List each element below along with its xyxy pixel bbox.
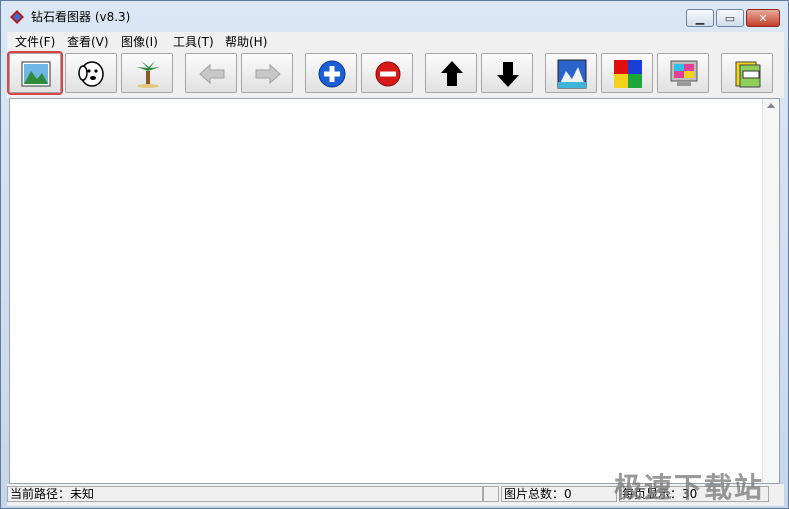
app-window: 钻石看图器 (v8.3) ▁ ▭ ✕ 文件(F) 查看(V) 图像(I) 工具(… (0, 0, 789, 509)
monitor-icon (670, 60, 698, 86)
status-separator (483, 486, 499, 502)
status-total-images: 图片总数：0 (501, 486, 617, 502)
arrow-right-icon (255, 63, 281, 85)
monitor-button[interactable] (657, 53, 709, 93)
menu-tools[interactable]: 工具(T) (173, 33, 214, 50)
previous-button[interactable] (185, 53, 237, 93)
close-icon: ✕ (758, 11, 768, 25)
maximize-icon: ▭ (724, 11, 736, 25)
image-view-area[interactable] (9, 98, 780, 484)
labels-button[interactable] (721, 53, 773, 93)
minimize-icon: ▁ (695, 11, 705, 25)
toolbar (7, 50, 784, 98)
palm-tree-icon (137, 61, 160, 88)
menu-view[interactable]: 查看(V) (67, 33, 109, 50)
arrow-left-icon (199, 63, 225, 85)
window-title: 钻石看图器 (v8.3) (31, 10, 131, 24)
arrow-up-icon (441, 61, 463, 86)
zoom-in-button[interactable] (305, 53, 357, 93)
watermark-text: 极速下载站 (614, 471, 765, 504)
menu-image[interactable]: 图像(I) (121, 33, 158, 50)
open-image-icon (21, 61, 51, 87)
status-current-path: 当前路径：未知 (7, 486, 483, 502)
vertical-scrollbar[interactable] (762, 99, 779, 483)
open-image-button[interactable] (7, 51, 63, 95)
scene-image-icon (557, 59, 587, 89)
menu-bar: 文件(F) 查看(V) 图像(I) 工具(T) 帮助(H) (7, 32, 784, 50)
scroll-up-arrow-icon[interactable] (767, 103, 775, 108)
zoom-in-plus-icon (318, 60, 346, 88)
page-down-button[interactable] (481, 53, 533, 93)
window-controls: ▁ ▭ ✕ (686, 9, 780, 27)
arrow-down-icon (497, 62, 519, 87)
menu-file[interactable]: 文件(F) (15, 33, 55, 50)
color-squares-icon (614, 60, 642, 88)
menu-help[interactable]: 帮助(H) (225, 33, 267, 50)
page-up-button[interactable] (425, 53, 477, 93)
palm-tree-button[interactable] (121, 53, 173, 93)
scene-button[interactable] (545, 53, 597, 93)
maximize-button[interactable]: ▭ (716, 9, 744, 27)
next-button[interactable] (241, 53, 293, 93)
minimize-button[interactable]: ▁ (686, 9, 714, 27)
colors-button[interactable] (601, 53, 653, 93)
zoom-out-minus-icon (375, 61, 401, 87)
app-diamond-icon (10, 10, 24, 24)
zoom-out-button[interactable] (361, 53, 413, 93)
title-bar[interactable]: 钻石看图器 (v8.3) ▁ ▭ ✕ (1, 1, 788, 31)
dog-face-icon (78, 61, 104, 87)
dog-button[interactable] (65, 53, 117, 93)
close-button[interactable]: ✕ (746, 9, 780, 27)
labels-icon (735, 61, 761, 88)
